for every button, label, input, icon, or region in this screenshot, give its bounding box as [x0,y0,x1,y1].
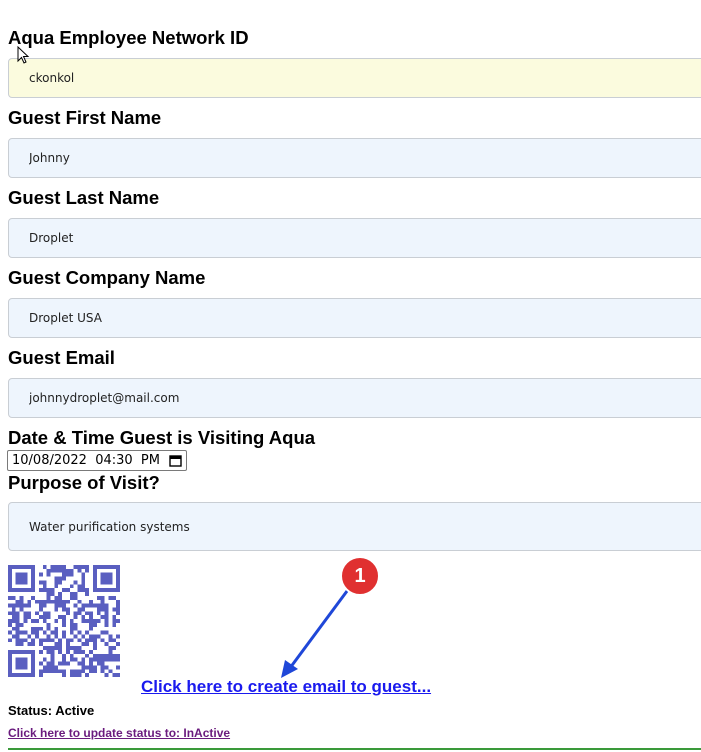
mouse-cursor-icon [17,46,30,64]
annotation-overlay [281,556,380,678]
annotation-arrow [288,586,352,669]
annotation-badge-number: 1 [354,565,366,587]
